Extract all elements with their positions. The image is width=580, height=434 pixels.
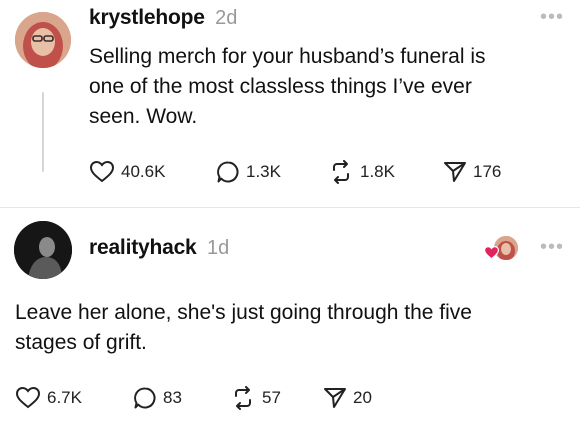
post-text-line: stages of grift. bbox=[15, 331, 147, 354]
reply-button[interactable]: 1.3K bbox=[216, 160, 281, 184]
share-count: 20 bbox=[353, 388, 372, 407]
send-icon bbox=[323, 386, 347, 410]
repost-button[interactable]: 57 bbox=[230, 386, 281, 410]
like-count: 6.7K bbox=[47, 388, 82, 407]
repost-button[interactable]: 1.8K bbox=[328, 160, 395, 184]
post-time: 1d bbox=[207, 237, 230, 259]
more-icon[interactable]: ••• bbox=[540, 236, 564, 259]
heart-icon bbox=[89, 160, 115, 184]
comment-icon bbox=[133, 386, 157, 410]
post-text-line: one of the most classless things I’ve ev… bbox=[89, 75, 472, 98]
avatar[interactable] bbox=[15, 12, 71, 68]
username[interactable]: krystlehope bbox=[89, 6, 205, 29]
thread-line bbox=[42, 92, 44, 172]
post-text-line: seen. Wow. bbox=[89, 105, 198, 128]
repost-icon bbox=[328, 160, 354, 184]
share-button[interactable]: 20 bbox=[323, 386, 372, 410]
post-text: Leave her alone, she's just going throug… bbox=[15, 298, 472, 358]
repost-count: 57 bbox=[262, 388, 281, 407]
comment-icon bbox=[216, 160, 240, 184]
heart-icon bbox=[15, 386, 41, 410]
like-button[interactable]: 6.7K bbox=[15, 386, 82, 410]
post-text: Selling merch for your husband’s funeral… bbox=[89, 42, 486, 132]
heart-filled-icon bbox=[483, 246, 500, 265]
reply-count: 83 bbox=[163, 388, 182, 407]
reply-count: 1.3K bbox=[246, 162, 281, 181]
repost-count: 1.8K bbox=[360, 162, 395, 181]
post-text-line: Leave her alone, she's just going throug… bbox=[15, 301, 472, 324]
send-icon bbox=[443, 160, 467, 184]
reply-button[interactable]: 83 bbox=[133, 386, 182, 410]
like-count: 40.6K bbox=[121, 162, 166, 181]
username[interactable]: realityhack bbox=[89, 236, 197, 259]
avatar[interactable] bbox=[14, 221, 72, 279]
like-button[interactable]: 40.6K bbox=[89, 160, 165, 184]
post-header: krystlehope 2d bbox=[89, 6, 237, 30]
divider bbox=[0, 207, 580, 208]
more-icon[interactable]: ••• bbox=[540, 6, 564, 29]
post-header: realityhack 1d bbox=[89, 236, 229, 260]
share-button[interactable]: 176 bbox=[443, 160, 501, 184]
share-count: 176 bbox=[473, 162, 502, 181]
repost-icon bbox=[230, 386, 256, 410]
liked-by-author-badge bbox=[483, 236, 520, 265]
post-text-line: Selling merch for your husband’s funeral… bbox=[89, 45, 486, 68]
post-time: 2d bbox=[215, 7, 238, 29]
